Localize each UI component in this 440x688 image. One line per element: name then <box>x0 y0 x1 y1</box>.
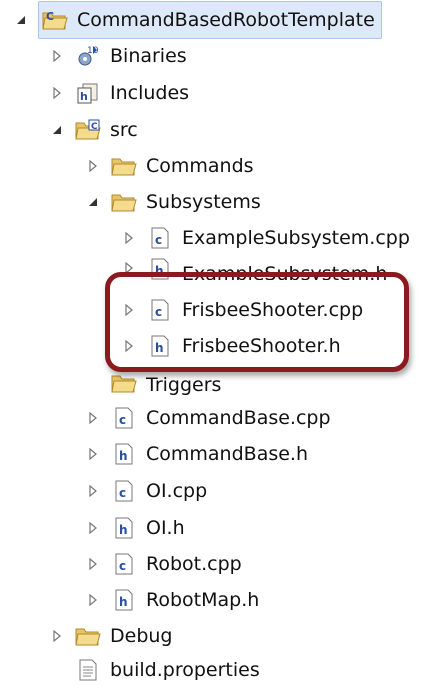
expanded-arrow-icon[interactable] <box>50 123 64 137</box>
svg-text:C: C <box>91 122 98 132</box>
tree-item-label: RobotMap.h <box>146 589 260 611</box>
tree-item-oi-cpp[interactable]: c OI.cpp <box>86 473 207 509</box>
tree-item-build-properties[interactable]: build.properties <box>50 652 260 688</box>
collapsed-arrow-icon[interactable] <box>50 629 64 643</box>
highlight-callout-box <box>105 272 409 372</box>
tree-item-label: Debug <box>110 625 173 647</box>
tree-item-label: Robot.cpp <box>146 553 242 575</box>
selected-project-highlight: C CommandBasedRobotTemplate <box>38 1 382 39</box>
text-file-icon <box>74 657 102 683</box>
collapsed-arrow-icon[interactable] <box>50 49 64 63</box>
tree-item-src[interactable]: C src <box>50 112 138 148</box>
tree-item-oi-h[interactable]: h OI.h <box>86 510 185 546</box>
collapsed-arrow-icon[interactable] <box>86 521 100 535</box>
tree-item-robot-cpp[interactable]: c Robot.cpp <box>86 546 242 582</box>
svg-text:c: c <box>119 559 126 573</box>
tree-item-label: build.properties <box>110 659 260 681</box>
tree-item-includes[interactable]: h Includes <box>50 75 189 111</box>
cpp-file-icon: c <box>110 405 138 431</box>
tree-item-label: Triggers <box>146 374 222 396</box>
tree-item-label: Binaries <box>110 45 187 67</box>
svg-text:10: 10 <box>87 46 99 56</box>
no-arrow-spacer <box>50 663 64 677</box>
collapsed-arrow-icon[interactable] <box>86 447 100 461</box>
tree-item-label: OI.h <box>146 517 185 539</box>
svg-text:c: c <box>119 486 126 500</box>
expanded-arrow-icon[interactable] <box>86 195 100 209</box>
svg-text:C: C <box>46 10 54 23</box>
svg-text:h: h <box>119 449 128 463</box>
svg-text:h: h <box>119 595 128 609</box>
svg-text:c: c <box>119 413 126 427</box>
tree-item-commandbase-cpp[interactable]: c CommandBase.cpp <box>86 400 331 436</box>
tree-item-label: CommandBase.cpp <box>146 407 331 429</box>
folder-icon <box>74 623 102 649</box>
collapsed-arrow-icon[interactable] <box>86 159 100 173</box>
tree-item-example-cpp[interactable]: c ExampleSubsystem.cpp <box>122 220 410 256</box>
cpp-file-icon: c <box>146 225 174 251</box>
header-file-icon: h <box>110 587 138 613</box>
tree-item-debug[interactable]: Debug <box>50 618 172 654</box>
cpp-file-icon: c <box>110 478 138 504</box>
tree-item-subsystems[interactable]: Subsystems <box>86 184 261 220</box>
expanded-arrow-icon[interactable] <box>14 13 28 27</box>
tree-item-label: Includes <box>110 82 190 104</box>
source-folder-icon: C <box>74 117 102 143</box>
tree-item-label: ExampleSubsystem.cpp <box>182 227 410 249</box>
tree-item-label: OI.cpp <box>146 480 208 502</box>
tree-item-commands[interactable]: Commands <box>86 148 254 184</box>
collapsed-arrow-icon[interactable] <box>86 382 100 396</box>
collapsed-arrow-icon[interactable] <box>50 86 64 100</box>
open-folder-icon <box>110 189 138 215</box>
tree-item-triggers[interactable]: Triggers <box>86 374 221 396</box>
project-folder-icon: C <box>41 7 69 33</box>
tree-item-binaries[interactable]: 10 Binaries <box>50 38 187 74</box>
svg-text:h: h <box>80 90 88 103</box>
binaries-gear-icon: 10 <box>74 43 102 69</box>
header-file-icon: h <box>110 515 138 541</box>
folder-icon <box>110 374 138 396</box>
tree-item-label: CommandBase.h <box>146 443 309 465</box>
tree-item-label: Subsystems <box>146 191 261 213</box>
tree-item-label: src <box>110 119 138 141</box>
tree-item-label: CommandBasedRobotTemplate <box>77 9 375 31</box>
tree-item-label: Commands <box>146 155 254 177</box>
svg-text:h: h <box>119 523 128 537</box>
header-file-icon: h <box>110 441 138 467</box>
includes-library-icon: h <box>74 80 102 106</box>
cpp-file-icon: c <box>110 551 138 577</box>
collapsed-arrow-icon[interactable] <box>122 231 136 245</box>
tree-item-project-root[interactable]: C CommandBasedRobotTemplate <box>14 1 382 39</box>
collapsed-arrow-icon[interactable] <box>86 411 100 425</box>
collapsed-arrow-icon[interactable] <box>86 557 100 571</box>
svg-text:c: c <box>155 233 162 247</box>
collapsed-arrow-icon[interactable] <box>86 484 100 498</box>
tree-item-robotmap-h[interactable]: h RobotMap.h <box>86 582 259 618</box>
tree-item-commandbase-h[interactable]: h CommandBase.h <box>86 436 308 472</box>
collapsed-arrow-icon[interactable] <box>86 593 100 607</box>
folder-icon <box>110 153 138 179</box>
